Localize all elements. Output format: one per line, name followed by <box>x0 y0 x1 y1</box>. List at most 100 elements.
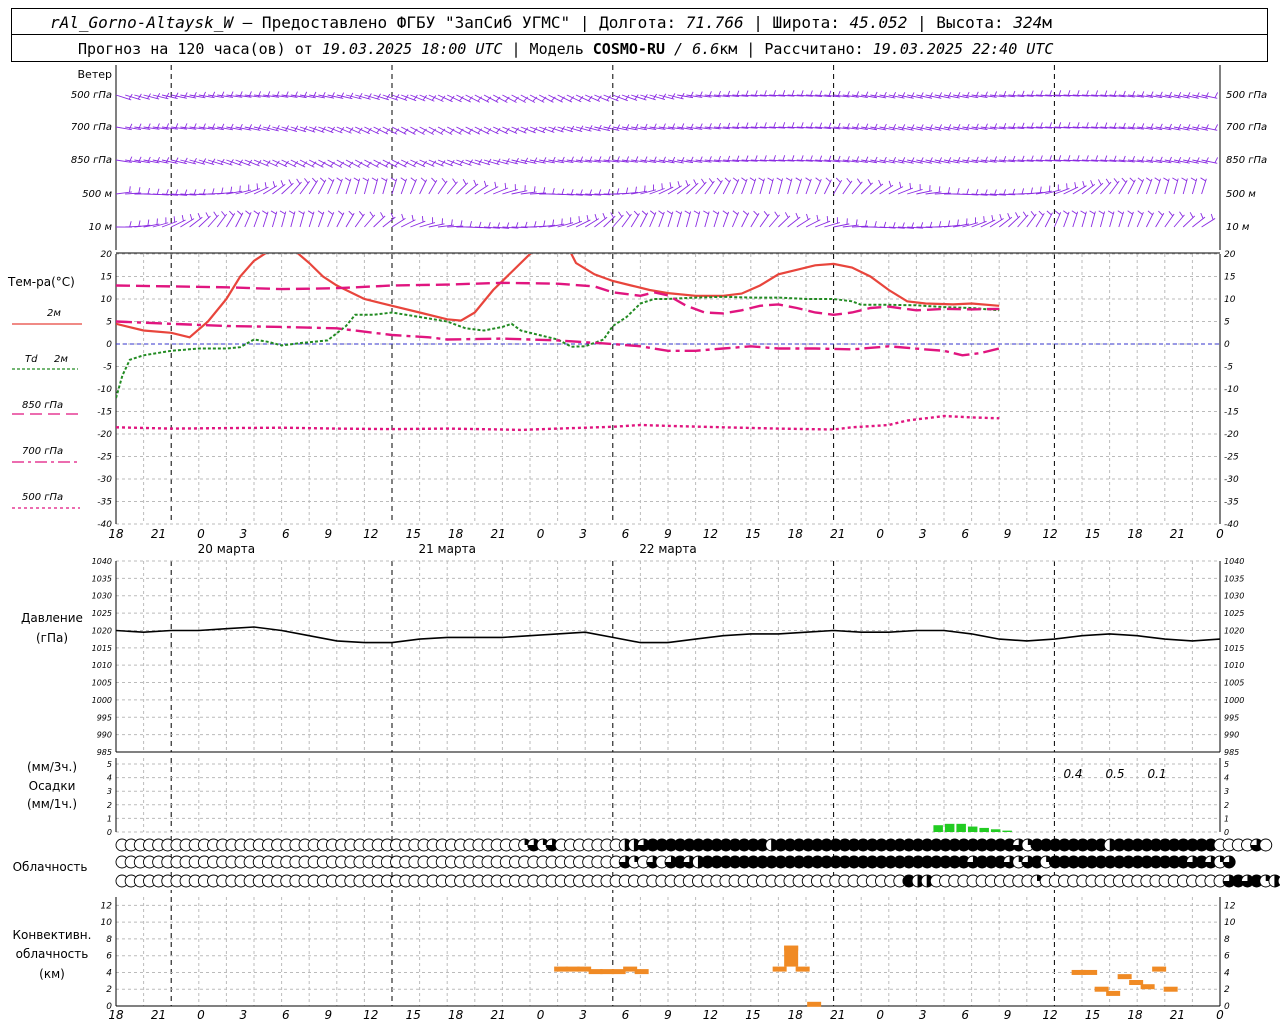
wind-barb-flag <box>1145 177 1152 182</box>
tick-label-left: -20 <box>97 430 112 440</box>
convective-bar <box>634 969 649 975</box>
wind-barb-flag <box>1107 210 1114 215</box>
wind-barb-flag <box>1015 212 1019 218</box>
tick-label-right: -40 <box>1224 520 1239 530</box>
wind-barb-flag <box>349 92 354 99</box>
x-hour-tick: 9 <box>324 527 332 541</box>
precip-bar <box>967 826 978 832</box>
wind-barb <box>1118 180 1128 195</box>
wind-barb-flag <box>552 156 556 163</box>
wind-barb-flag <box>763 211 769 217</box>
wind-barb-flag <box>304 178 309 184</box>
precip-title: Осадки <box>29 779 76 793</box>
wind-barb-flag <box>920 124 924 131</box>
wind-level-label-right: 850 гПа <box>1226 155 1267 166</box>
wind-barb <box>1145 178 1153 195</box>
wind-barb-flag <box>758 177 765 182</box>
x-hour-tick-bottom: 18 <box>788 1008 804 1022</box>
legend-700-label: 700 гПа <box>22 446 63 457</box>
wind-barb-flag <box>1177 91 1182 98</box>
convective-bar <box>1083 969 1098 975</box>
x-hour-tick: 12 <box>1042 527 1057 541</box>
wind-barb-flag <box>835 177 841 183</box>
tick-label-left: 1020 <box>92 626 112 635</box>
wind-barb-flag <box>1196 124 1200 130</box>
wind-barb-flag <box>774 211 779 217</box>
pressure-panel: 1040 1040 1035 1035 1030 1030 1025 1025 1020 1020… <box>92 557 1245 757</box>
wind-barb-flag <box>666 210 673 215</box>
wind-barb-flag <box>1196 157 1200 163</box>
wind-barb-flag <box>184 157 188 164</box>
wind-barb-flag <box>524 157 529 164</box>
tick-label-left: 1030 <box>92 592 112 601</box>
x-hour-tick-bottom: 0 <box>876 1008 884 1022</box>
x-hour-tick: 18 <box>1127 527 1143 541</box>
wind-barb <box>446 181 458 195</box>
wind-barb-flag <box>874 221 877 228</box>
wind-barb-flag <box>380 212 384 218</box>
x-hour-tick: 3 <box>579 527 587 541</box>
tick-label-right: 1040 <box>1224 557 1244 566</box>
wind-barb-flag <box>901 92 906 98</box>
wind-barb-flag <box>806 213 809 220</box>
wind-barb-flag <box>317 210 324 215</box>
wind-barb-flag <box>264 182 267 189</box>
wind-barb-flag <box>410 177 416 182</box>
wind-barb-flag <box>202 91 206 98</box>
tick-label-left: -5 <box>103 363 112 373</box>
wind-barb-flag <box>174 92 179 99</box>
wind-barb-flag <box>693 179 697 186</box>
tick-label-left: -10 <box>97 385 112 395</box>
wind-barb-flag <box>966 156 970 163</box>
tick-label-left: 1040 <box>92 557 112 566</box>
wind-barb <box>713 180 723 195</box>
wind-barb-flag <box>732 210 738 215</box>
wind-barb-flag <box>248 124 253 130</box>
wind-barb-flag <box>1021 188 1025 195</box>
tick-label-left: 12 <box>101 901 113 911</box>
tick-label-right: 0 <box>1224 340 1230 350</box>
precip-bar <box>956 823 966 832</box>
wind-barb-flag <box>983 216 985 223</box>
wind-barb-flag <box>594 213 598 220</box>
wind-level-label-right: 10 м <box>1226 222 1250 233</box>
wind-barb-flag <box>929 92 933 99</box>
wind-barb <box>262 185 278 195</box>
wind-barb-flag <box>957 188 960 195</box>
tick-label-left: 1000 <box>92 696 112 705</box>
wind-barb-flag <box>753 210 759 216</box>
wind-barb-flag <box>420 177 426 183</box>
wind-barb-flag <box>634 123 639 130</box>
wind-barb-flag <box>129 221 132 228</box>
wind-barb-flag <box>938 92 943 98</box>
wind-barb-flag <box>724 177 730 183</box>
x-hour-tick: 21 <box>1170 527 1185 541</box>
wind-barb-flag <box>1030 211 1036 217</box>
wind-barb-flag <box>533 221 537 228</box>
wind-barb-flag <box>1154 177 1161 182</box>
wind-barb-flag <box>684 210 691 215</box>
wind-barb-flag <box>956 157 961 163</box>
wind-barb-flag <box>1214 157 1219 164</box>
wind-barb-flag <box>205 212 210 218</box>
x-hour-tick: 12 <box>703 527 718 541</box>
wind-barb-flag <box>1022 211 1027 218</box>
wind-barb-flag <box>362 177 369 182</box>
precip-annotation: 0.1 <box>1147 767 1166 781</box>
precip-unit-1h: (мм/1ч.) <box>27 797 77 811</box>
wind-level-label-left: 10 м <box>89 222 113 233</box>
tick-label-right: 20 <box>1224 250 1236 260</box>
wind-barb-flag <box>533 186 536 193</box>
wind-barb-flag <box>815 177 821 182</box>
wind-barb <box>336 126 352 134</box>
precipitation-panel: 5 5 4 4 3 3 2 2 1 1 0 0 0.4 0.5 0.1 <box>107 758 1229 837</box>
wind-barb-flag <box>938 186 941 193</box>
convective-bar <box>772 966 787 972</box>
wind-barb <box>777 178 783 195</box>
convective-title-3: (км) <box>39 967 65 981</box>
convective-bar <box>1140 984 1155 990</box>
wind-barb-flag <box>975 156 979 163</box>
wind-barb-flag <box>888 180 892 187</box>
wind-barb-flag <box>543 220 546 227</box>
wind-barb-flag <box>552 219 555 226</box>
